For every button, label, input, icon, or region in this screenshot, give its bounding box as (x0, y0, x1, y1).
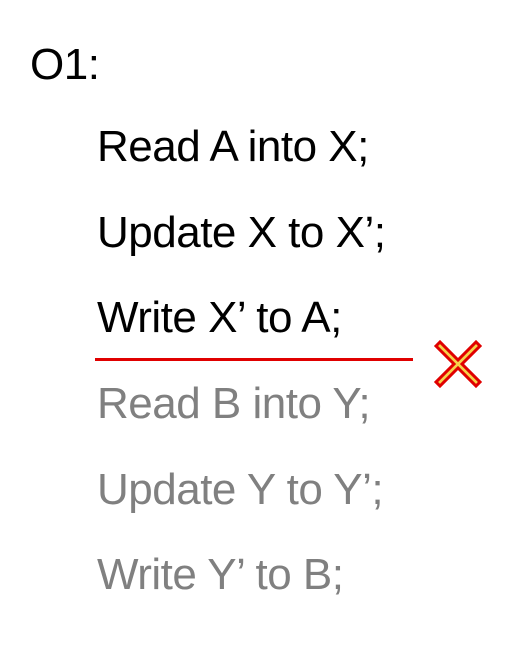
operation-read-b: Read B into Y; (97, 379, 371, 428)
operation-update-y: Update Y to Y’; (97, 465, 384, 514)
cross-icon-shape (433, 339, 483, 389)
operation-update-x: Update X to X’; (97, 208, 386, 257)
transaction-title: O1: (30, 40, 100, 89)
operation-write-a: Write X’ to A; (97, 293, 342, 342)
failure-point-line (95, 358, 413, 361)
operation-read-a: Read A into X; (97, 122, 369, 171)
operation-write-b: Write Y’ to B; (97, 550, 344, 599)
cross-icon (433, 339, 483, 389)
